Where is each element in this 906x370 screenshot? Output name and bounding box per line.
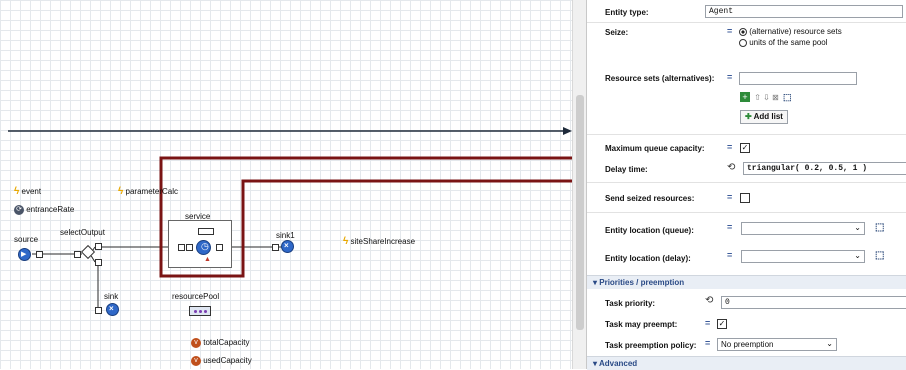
- event-icon: ϟ: [14, 186, 20, 197]
- send-seized-resources-checkbox[interactable]: [740, 193, 750, 203]
- static-value-icon: =: [727, 192, 733, 202]
- seize-option-resource-sets[interactable]: (alternative) resource sets: [739, 27, 842, 36]
- sink1-port: [272, 244, 279, 251]
- radio-selected-icon: [739, 27, 747, 36]
- properties-panel: Entity type: Agent Seize: = (alternative…: [586, 0, 906, 370]
- connectors-layer: [8, 127, 572, 310]
- sink1-label: sink1: [276, 231, 295, 240]
- task-priority-label: Task priority:: [605, 299, 656, 308]
- select-output-false-port: [95, 259, 102, 266]
- seize-option-same-pool[interactable]: units of the same pool: [739, 38, 828, 47]
- resource-sets-field[interactable]: [739, 72, 857, 85]
- scrollbar-thumb[interactable]: [576, 95, 584, 330]
- resource-port-icon: ▲: [204, 256, 211, 263]
- static-value-icon: =: [727, 250, 733, 260]
- move-up-icon[interactable]: ⇧: [754, 93, 761, 102]
- select-output-true-port: [95, 243, 102, 250]
- task-may-preempt-checkbox[interactable]: ✓: [717, 319, 727, 329]
- entrance-rate-element[interactable]: ⟳ entranceRate: [14, 205, 74, 215]
- source-label: source: [14, 235, 39, 244]
- clock-icon: ◷: [201, 241, 209, 251]
- send-seized-resources-label: Send seized resources:: [605, 194, 695, 203]
- event-icon: ϟ: [118, 186, 124, 197]
- select-output-in-port: [74, 251, 81, 258]
- unit-icon: [199, 310, 202, 313]
- static-value-icon: =: [705, 338, 711, 348]
- parameter-calc-element[interactable]: ϟ parameterCalc: [118, 186, 178, 197]
- task-may-preempt-label: Task may preempt:: [605, 320, 678, 329]
- variable-icon: v: [191, 338, 201, 348]
- entity-type-field[interactable]: Agent: [705, 5, 903, 18]
- static-value-icon: =: [727, 72, 733, 82]
- delay-time-field[interactable]: triangular( 0.2, 0.5, 1 ): [743, 162, 906, 175]
- dynamic-value-icon: ⟲: [705, 295, 714, 306]
- delete-icon[interactable]: ⊠: [772, 93, 779, 102]
- entity-location-queue-label: Entity location (queue):: [605, 226, 694, 235]
- select-output-label: selectOutput: [60, 228, 105, 237]
- static-value-icon: =: [727, 142, 733, 152]
- task-preemption-policy-label: Task preemption policy:: [605, 341, 697, 350]
- unit-icon: [204, 310, 207, 313]
- arrow-head: [563, 127, 572, 135]
- x-icon: ×: [284, 241, 289, 250]
- select-on-canvas-icon[interactable]: ⬚: [783, 92, 792, 102]
- source-port: [36, 251, 43, 258]
- resource-pool-block[interactable]: [189, 306, 211, 316]
- radio-icon: [739, 38, 747, 47]
- resource-sets-toolbar: + ⇧ ⇩ ⊠ ⬚: [740, 92, 792, 103]
- static-value-icon: =: [705, 318, 711, 328]
- x-icon: ×: [109, 304, 114, 313]
- static-value-icon: =: [727, 222, 733, 232]
- add-icon: ✚: [745, 112, 752, 121]
- chevron-down-icon: ⌄: [854, 251, 861, 260]
- rate-icon: ⟳: [14, 205, 24, 215]
- entity-type-label: Entity type:: [605, 8, 649, 17]
- static-value-icon: =: [727, 26, 733, 36]
- collapse-icon: ▾: [593, 278, 598, 287]
- sink-port: [95, 307, 102, 314]
- task-priority-field[interactable]: 0: [721, 296, 906, 309]
- entity-location-delay-label: Entity location (delay):: [605, 254, 691, 263]
- service-out-port: [216, 244, 223, 251]
- select-on-canvas-icon[interactable]: ⬚: [875, 222, 884, 233]
- add-icon[interactable]: +: [740, 92, 750, 102]
- variable-icon: v: [191, 356, 201, 366]
- add-list-button[interactable]: ✚ Add list: [740, 110, 788, 124]
- select-on-canvas-icon[interactable]: ⬚: [875, 250, 884, 261]
- advanced-section-header[interactable]: ▾ Advanced: [587, 356, 906, 370]
- model-canvas[interactable]: ϟ event ⟳ entranceRate ϟ parameterCalc s…: [0, 0, 572, 369]
- collapse-icon: ▾: [593, 359, 598, 368]
- resource-sets-label: Resource sets (alternatives):: [605, 74, 715, 83]
- site-share-increase-element[interactable]: ϟ siteShareIncrease: [343, 236, 415, 247]
- service-queue-port: [186, 244, 193, 251]
- sink-label: sink: [104, 292, 119, 301]
- delay-time-label: Delay time:: [605, 165, 648, 174]
- event-icon: ϟ: [343, 236, 349, 247]
- chevron-down-icon: ⌄: [826, 339, 833, 348]
- max-queue-capacity-label: Maximum queue capacity:: [605, 144, 705, 153]
- task-preemption-policy-dropdown[interactable]: No preemption ⌄: [717, 338, 837, 351]
- entity-location-delay-dropdown[interactable]: ⌄: [741, 250, 865, 263]
- event-element[interactable]: ϟ event: [14, 186, 41, 197]
- entity-location-queue-dropdown[interactable]: ⌄: [741, 222, 865, 235]
- seize-label: Seize:: [605, 28, 629, 37]
- queue-icon: [198, 228, 214, 235]
- used-capacity-element[interactable]: v usedCapacity: [191, 356, 252, 366]
- play-icon: ▶: [21, 251, 27, 258]
- unit-icon: [194, 310, 197, 313]
- dynamic-value-icon: ⟲: [727, 162, 736, 173]
- move-down-icon[interactable]: ⇩: [763, 93, 770, 102]
- service-in-port: [178, 244, 185, 251]
- chevron-down-icon: ⌄: [854, 223, 861, 232]
- resource-pool-label: resourcePool: [172, 292, 220, 301]
- max-queue-capacity-checkbox[interactable]: ✓: [740, 143, 750, 153]
- total-capacity-element[interactable]: v totalCapacity: [191, 338, 249, 348]
- canvas-scrollbar[interactable]: [572, 0, 586, 369]
- priorities-section-header[interactable]: ▾ Priorities / preemption: [587, 275, 906, 289]
